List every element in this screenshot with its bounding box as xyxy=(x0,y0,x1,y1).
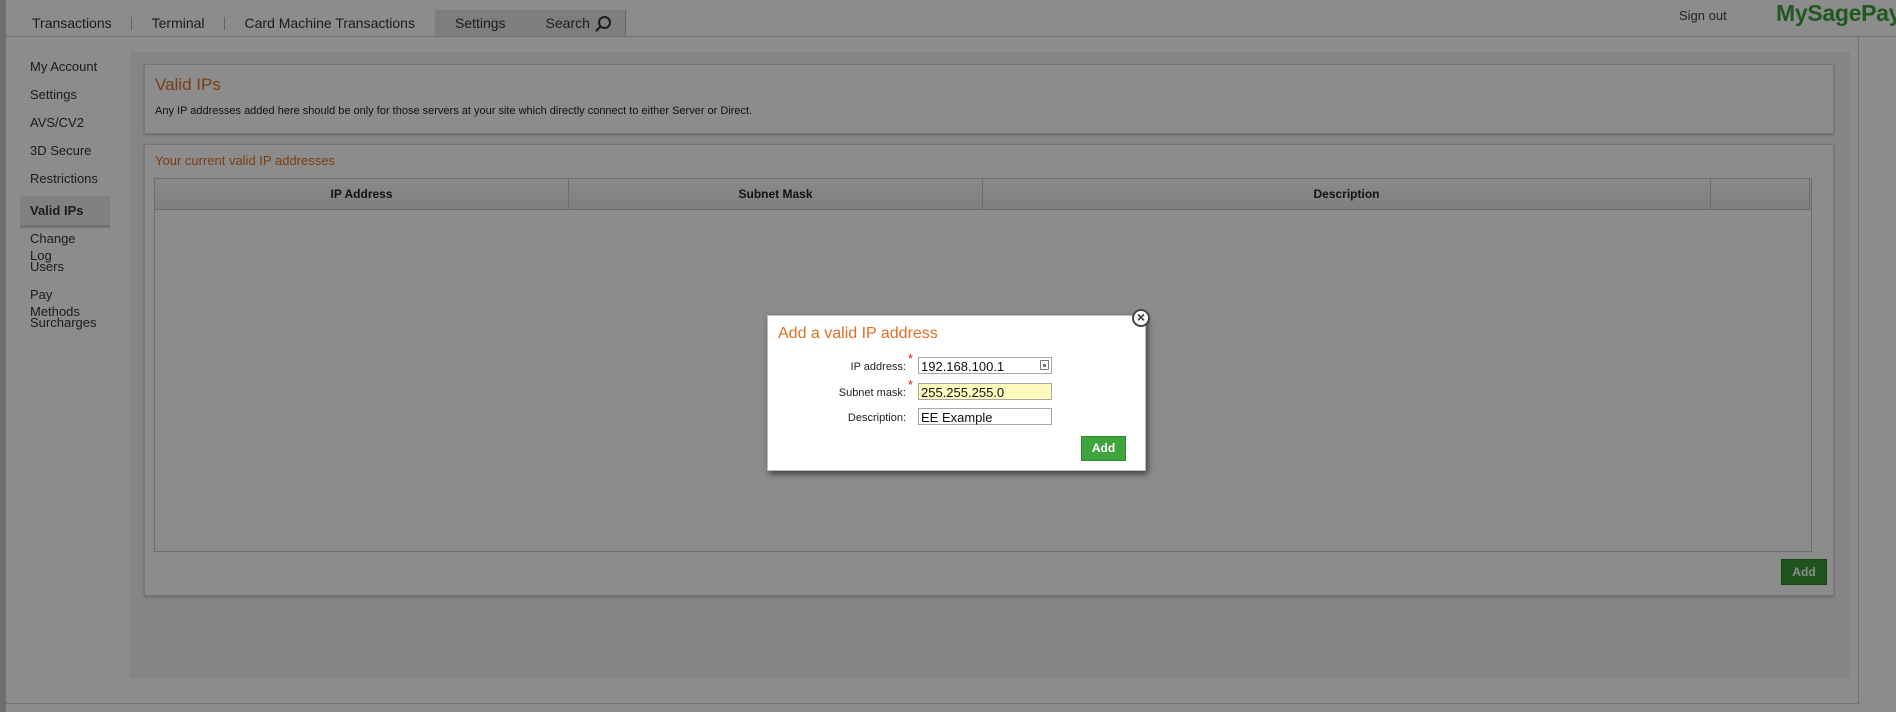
add-valid-ip-dialog: Add a valid IP address × IP address: * 1… xyxy=(767,309,1150,471)
dialog-add-button[interactable]: Add xyxy=(1081,436,1126,461)
description-row: Description: EE Example xyxy=(768,408,1145,428)
description-value: EE Example xyxy=(921,410,993,425)
ip-address-row: IP address: * 192.168.100.1 xyxy=(768,351,1145,377)
subnet-mask-row: Subnet mask: * 255.255.255.0 xyxy=(768,377,1145,403)
close-icon[interactable]: × xyxy=(1132,309,1150,327)
ip-address-value: 192.168.100.1 xyxy=(921,359,1005,374)
autofill-key-icon[interactable] xyxy=(1040,360,1049,370)
required-marker: * xyxy=(908,351,914,366)
subnet-mask-label: Subnet mask: xyxy=(838,387,906,399)
dialog-title: Add a valid IP address xyxy=(778,325,938,342)
ip-address-label: IP address: xyxy=(850,361,906,373)
screen-edge xyxy=(0,0,6,712)
subnet-mask-value: 255.255.255.0 xyxy=(921,385,1005,400)
subnet-mask-input[interactable]: 255.255.255.0 xyxy=(918,383,1052,400)
required-marker: * xyxy=(908,377,914,392)
description-label: Description: xyxy=(847,412,906,424)
ip-address-input[interactable]: 192.168.100.1 xyxy=(918,357,1052,374)
description-input[interactable]: EE Example xyxy=(918,408,1052,425)
